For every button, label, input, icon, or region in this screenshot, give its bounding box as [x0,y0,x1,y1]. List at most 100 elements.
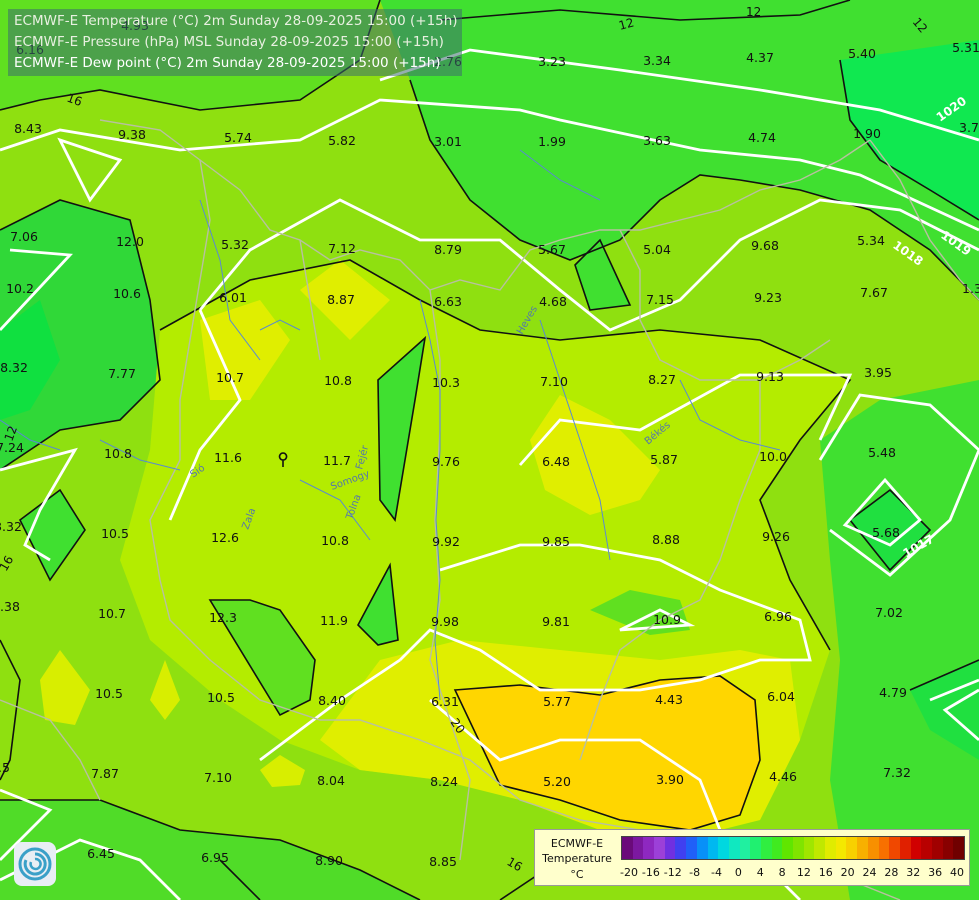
title-temperature[interactable]: ECMWF-E Temperature (°C) 2m Sunday 28-09… [14,11,458,32]
title-pressure[interactable]: ECMWF-E Pressure (hPa) MSL Sunday 28-09-… [14,32,456,53]
dew-point-value: 8.40 [318,693,346,708]
dew-point-value: 5.32 [221,237,249,252]
legend-tick-label: 20 [840,866,855,879]
temperature-contour-label: 12 [746,5,761,19]
color-legend: ECMWF-E Temperature °C -20 -16 -12 -8 -4 0 4 8 1… [534,829,970,886]
dew-point-value: 9.76 [432,454,460,469]
dew-point-value: 5.04 [643,242,671,257]
map-canvas: ZalaSió SomogyFejérTolnaHevesBékés 121212… [0,0,979,900]
dew-point-value: 9.81 [542,614,570,629]
dew-point-value: 3.95 [864,365,892,380]
dew-point-value: 7.32 [883,765,911,780]
legend-swatch [664,837,676,859]
legend-unit: °C [570,868,584,881]
dew-point-value: 10.7 [216,370,244,385]
dew-point-value: 9.38 [118,127,146,142]
dew-point-value: 12.3 [209,610,237,625]
dew-point-value: 9.92 [432,534,460,549]
dew-point-value: 1.3 [962,281,979,296]
dew-point-value: 4.79 [879,685,907,700]
legend-tick-label: 8 [778,866,786,879]
legend-tick-label: -16 [641,866,660,879]
dew-point-value: 7.67 [860,285,888,300]
dew-point-value: .5 [0,760,10,775]
ecmwf-logo-icon [14,842,56,886]
legend-tick-label: -4 [710,866,722,879]
dew-point-value: 3.90 [656,772,684,787]
dew-point-value: 11.9 [320,613,348,628]
dew-point-value: 10.8 [104,446,132,461]
dew-point-value: 3.34 [643,53,671,68]
dew-point-value: 9.23 [754,290,782,305]
dew-point-value: 11.6 [214,450,242,465]
dew-point-value: 5.77 [543,694,571,709]
dew-point-value: 10.5 [101,526,129,541]
dew-point-value: 11.7 [323,453,351,468]
legend-swatch [739,837,751,859]
legend-swatch [771,837,783,859]
legend-title-line2: Temperature [542,852,612,865]
dew-point-value: 3.01 [434,134,462,149]
dew-point-value: 7.15 [646,292,674,307]
dew-point-value: 8.24 [430,774,458,789]
dew-point-value: 10.0 [759,449,787,464]
dew-point-value: 10.3 [432,375,460,390]
dew-point-value: 5.68 [872,525,900,540]
dew-point-value: 8.85 [429,854,457,869]
legend-tick-label: -8 [689,866,701,879]
legend-title-line1: ECMWF-E [550,837,604,850]
legend-title: ECMWF-E Temperature [535,836,619,866]
title-dew-point[interactable]: ECMWF-E Dew point (°C) 2m Sunday 28-09-2… [14,53,456,74]
dew-point-value: 6.31 [431,694,459,709]
dew-point-value: 10.5 [207,690,235,705]
dew-point-value: 5.48 [868,445,896,460]
dew-point-value: 7.77 [108,366,136,381]
field-green-east [820,380,979,900]
dew-point-value: 5.82 [328,133,356,148]
dew-point-value: 6.38 [0,599,20,614]
legend-swatch [632,837,644,859]
dew-point-value: 5.34 [857,233,885,248]
legend-swatch [654,837,665,859]
dew-point-value: 7.12 [328,241,356,256]
legend-swatch [707,837,719,859]
dew-point-value: 7.10 [204,770,232,785]
legend-swatch [728,837,740,859]
dew-point-value: 1.90 [853,126,881,141]
legend-swatch [910,837,922,859]
dew-point-value: 4.43 [655,692,683,707]
legend-swatch [835,837,847,859]
legend-tick-label: 32 [906,866,921,879]
dew-point-value: 8.90 [315,853,343,868]
dew-point-value: 5.40 [848,46,876,61]
legend-swatch [686,837,697,859]
legend-tick-label: 28 [884,866,899,879]
dew-point-value: 5.87 [650,452,678,467]
weather-map: Zala Sió Somogy Fejér Tolna Heves Békés 12 12 12… [0,0,979,900]
dew-point-value: 7.10 [540,374,568,389]
legend-swatch [718,837,729,859]
dew-point-value: 7.24 [0,440,24,455]
legend-swatch [803,837,815,859]
legend-swatch [878,837,890,859]
dew-point-value: 3.32 [0,519,22,534]
legend-swatch [782,837,793,859]
dew-point-value: 9.26 [762,529,790,544]
dew-point-value: 12.6 [211,530,239,545]
legend-tick-label: 40 [950,866,964,879]
dew-point-value: 4.68 [539,294,567,309]
dew-point-value: 10.9 [653,612,681,627]
dew-point-value: 1.99 [538,134,566,149]
dew-point-value: 7.06 [10,229,38,244]
legend-swatch [953,837,964,859]
dew-point-value: 9.13 [756,369,784,384]
legend-tick-label: 24 [862,866,877,879]
dew-point-value: 4.37 [746,50,774,65]
legend-swatch [760,837,772,859]
legend-swatch [643,837,655,859]
dew-point-value: 7.87 [91,766,119,781]
dew-point-value: 6.45 [87,846,115,861]
dew-point-value: 6.04 [767,689,795,704]
dew-point-value: 4.74 [748,130,776,145]
dew-point-value: 3.7 [959,120,979,135]
